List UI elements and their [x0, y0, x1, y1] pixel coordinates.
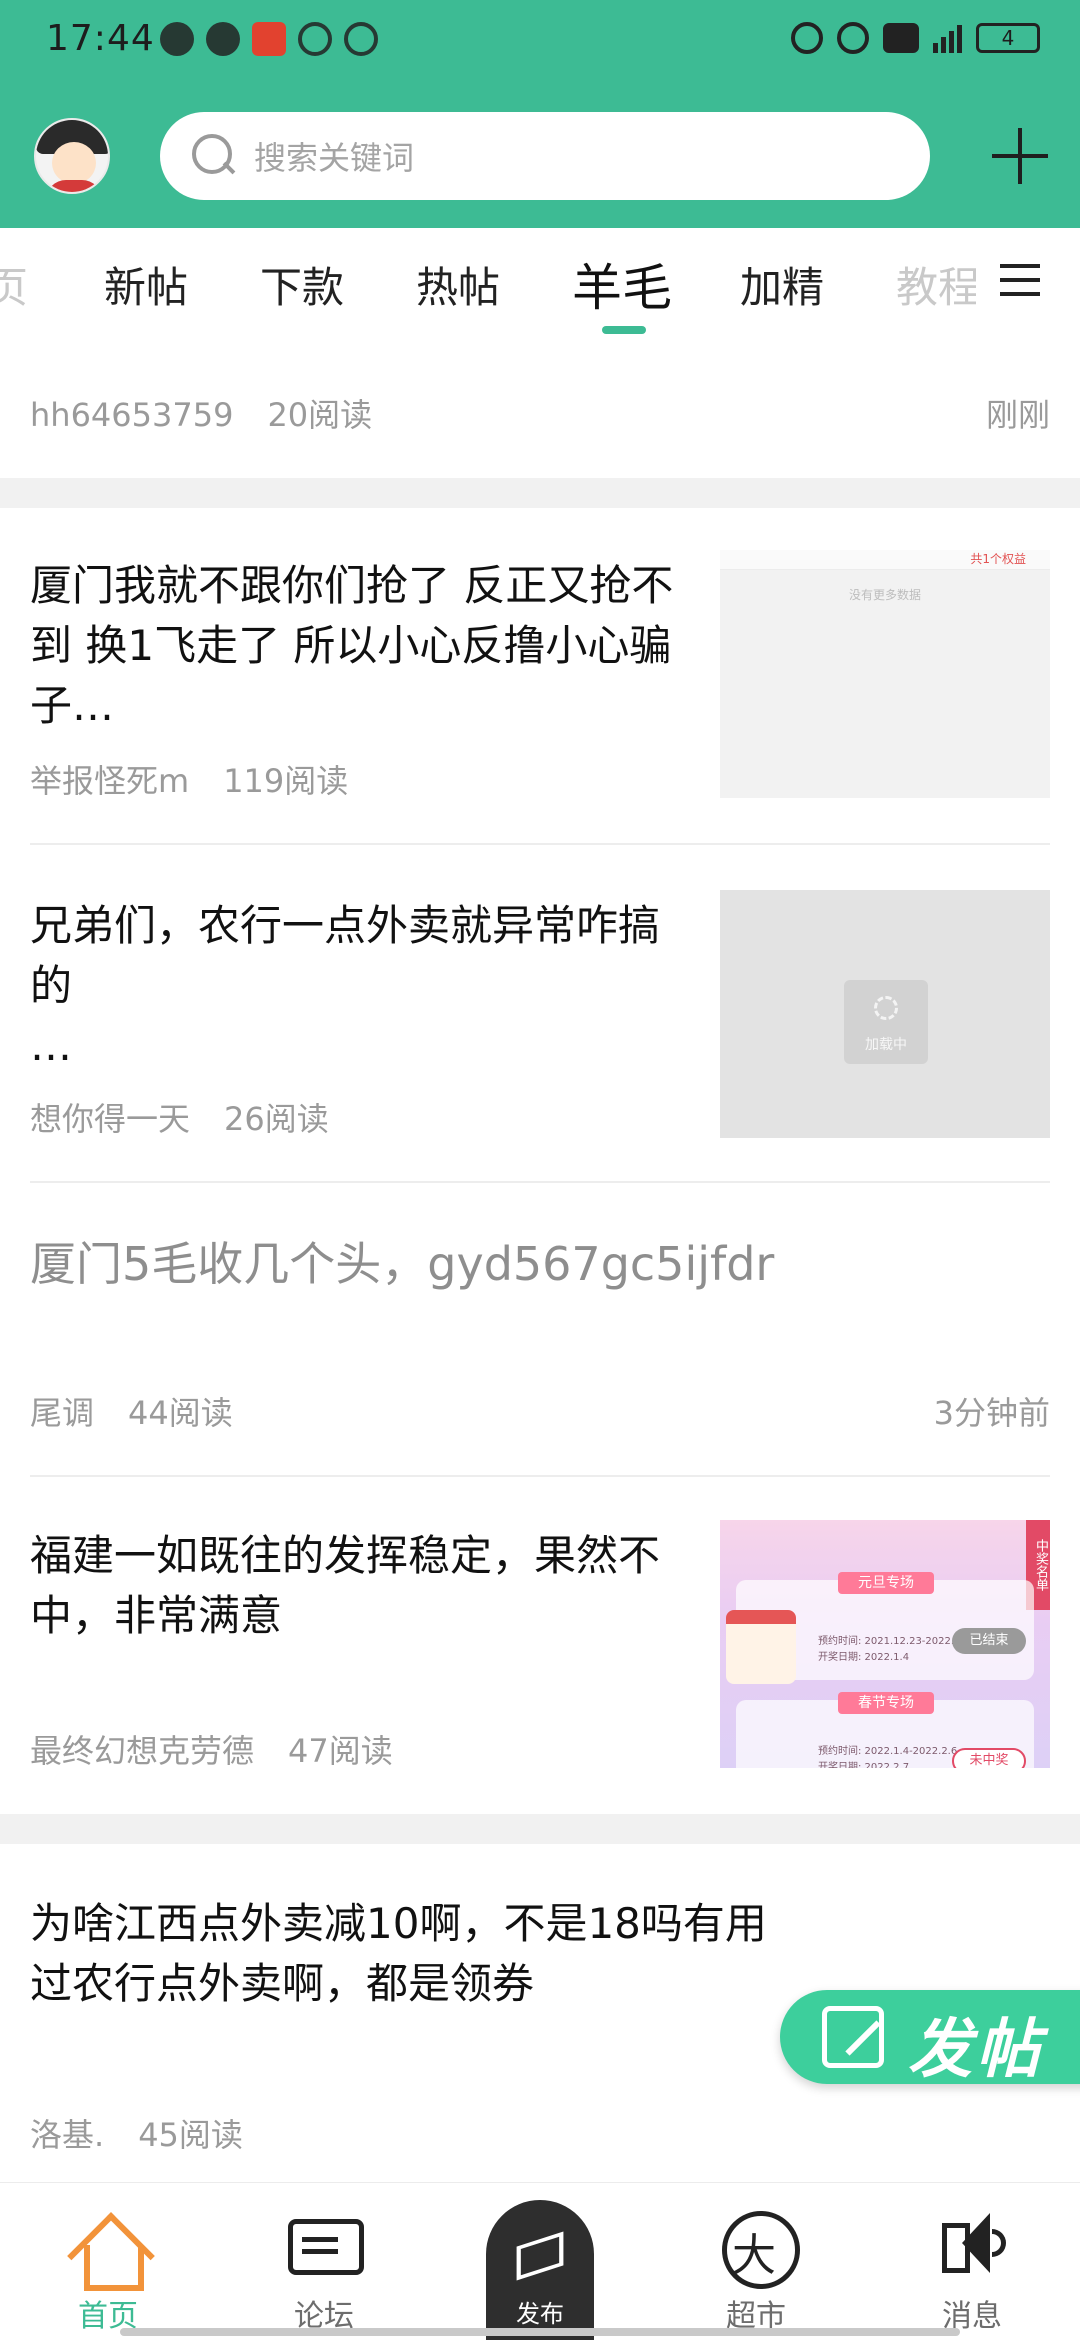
post-thumbnail[interactable]: 共1个权益 没有更多数据	[720, 550, 1050, 798]
active-tab-indicator	[602, 326, 646, 334]
post-reads: 26阅读	[224, 1100, 329, 1138]
add-icon[interactable]	[992, 128, 1048, 184]
post-author[interactable]: 想你得一天	[30, 1100, 190, 1138]
ribbon-label: 春节专场	[838, 1692, 934, 1714]
section-gap	[0, 478, 1080, 508]
alarm-icon	[791, 22, 823, 54]
new-post-button[interactable]: 发帖	[780, 1990, 1080, 2087]
status-bar: 17:44 4	[0, 0, 1080, 84]
promo-line: 预约时间: 2022.1.4-2022.2.6	[818, 1746, 958, 1757]
post-reads: 119阅读	[223, 762, 349, 800]
ribbon-label: 元旦专场	[838, 1572, 934, 1594]
promo-line: 开奖日期: 2022.2.7	[818, 1762, 910, 1768]
divider	[30, 1475, 1050, 1477]
post-author[interactable]: 最终幻想克劳德	[30, 1732, 254, 1770]
post-thumbnail[interactable]: 中奖名单 元旦专场 预约时间: 2021.12.23-2022.1.3 开奖日期…	[720, 1520, 1050, 1768]
status-badge: 未中奖	[952, 1748, 1026, 1768]
hd-icon	[883, 23, 919, 53]
post-meta: 洛基. 45阅读	[30, 2110, 277, 2156]
nav-home[interactable]: 首页	[38, 2209, 178, 2335]
post-title[interactable]: 厦门我就不跟你们抢了 反正又抢不到 换1飞走了 所以小心反撸小心骗子…	[30, 556, 690, 736]
nav-publish[interactable]: 发布	[486, 2200, 594, 2340]
edit-icon	[822, 2006, 884, 2068]
nav-label: 发布	[516, 2300, 564, 2328]
speaker-icon	[932, 2209, 1012, 2285]
video-play-icon	[344, 22, 378, 56]
home-icon	[68, 2209, 148, 2291]
search-placeholder: 搜索关键词	[254, 139, 415, 177]
section-gap	[0, 1814, 1080, 1844]
search-icon	[192, 134, 236, 178]
status-badge: 已结束	[952, 1628, 1026, 1654]
loading-indicator: 加载中	[844, 980, 928, 1064]
paper-plane-icon	[518, 2230, 562, 2274]
promo-line: 开奖日期: 2022.1.4	[818, 1652, 910, 1663]
post-meta: hh64653759 20阅读	[30, 390, 406, 436]
post-title[interactable]: 为啥江西点外卖减10啊，不是18吗有用过农行点外卖啊，都是领券	[30, 1894, 790, 2014]
post-author[interactable]: 尾调	[30, 1394, 94, 1432]
mute-icon	[837, 22, 869, 54]
post-reads: 47阅读	[288, 1732, 393, 1770]
post-author[interactable]: 举报怪死m	[30, 762, 189, 800]
post-reads: 45阅读	[138, 2116, 243, 2154]
tab-featured[interactable]: 加精	[740, 254, 824, 315]
post-title[interactable]: 兄弟们，农行一点外卖就异常咋搞的 …	[30, 896, 690, 1076]
calendar-icon	[726, 1610, 796, 1684]
search-bar[interactable]: 搜索关键词	[160, 112, 930, 200]
tab-deals[interactable]: 羊毛	[572, 248, 672, 320]
notification-icons	[160, 22, 378, 56]
nav-messages[interactable]: 消息	[902, 2209, 1042, 2335]
nav-forum[interactable]: 论坛	[254, 2209, 394, 2335]
post-title[interactable]: 福建一如既往的发挥稳定，果然不中，非常满意	[30, 1526, 690, 1646]
post-reads: 44阅读	[128, 1394, 233, 1432]
thumbnail-tag: 共1个权益	[970, 552, 1026, 566]
spinner-icon	[874, 996, 898, 1020]
post-author[interactable]: 洛基.	[30, 2116, 104, 2154]
tab-new[interactable]: 新帖	[104, 254, 188, 315]
post-time: 刚刚	[985, 396, 1050, 434]
gesture-bar[interactable]	[120, 2328, 960, 2336]
tab-tutorial[interactable]: 教程	[896, 254, 976, 315]
tab-partial-left[interactable]: 页	[0, 254, 28, 315]
tab-loan[interactable]: 下款	[260, 254, 344, 315]
tab-hot[interactable]: 热帖	[416, 254, 500, 315]
thumbnail-empty-text: 没有更多数据	[848, 588, 921, 602]
post-thumbnail[interactable]: 加载中	[720, 890, 1050, 1138]
post-reads: 20阅读	[267, 396, 373, 434]
divider	[30, 843, 1050, 845]
signal-icon	[933, 23, 962, 53]
menu-icon[interactable]	[1000, 264, 1040, 296]
post-meta: 最终幻想克劳德 47阅读	[30, 1726, 427, 1772]
qq-icon	[298, 22, 332, 56]
post-meta: 尾调 44阅读	[30, 1388, 267, 1434]
system-icons: 4	[791, 22, 1040, 54]
nav-market[interactable]: 超市	[686, 2209, 826, 2335]
top-header: 17:44 4 搜索关键词	[0, 0, 1080, 228]
loading-label: 加载中	[865, 1037, 907, 1053]
post-time: 3分钟前	[933, 1394, 1050, 1432]
app-notification-icon	[252, 22, 286, 56]
market-icon	[716, 2209, 800, 2289]
status-time: 17:44	[46, 18, 155, 59]
forum-icon	[284, 2209, 364, 2285]
wechat-icon	[160, 22, 194, 56]
chat-bubble-icon	[206, 22, 240, 56]
battery-icon: 4	[976, 23, 1040, 53]
post-meta: 想你得一天 26阅读	[30, 1094, 363, 1140]
category-tabs: 页 新帖 下款 热帖 羊毛 加精 教程	[0, 228, 1080, 340]
post-title[interactable]: 厦门5毛收几个头，gyd567gc5ijfdr	[30, 1234, 1030, 1294]
new-post-label: 发帖	[908, 2013, 1044, 2087]
promo-line: 预约时间: 2021.12.23-2022.1.3	[818, 1636, 970, 1647]
post-author[interactable]: hh64653759	[30, 396, 233, 434]
post-meta: 举报怪死m 119阅读	[30, 756, 382, 802]
divider	[30, 1181, 1050, 1183]
user-avatar[interactable]	[34, 118, 110, 194]
